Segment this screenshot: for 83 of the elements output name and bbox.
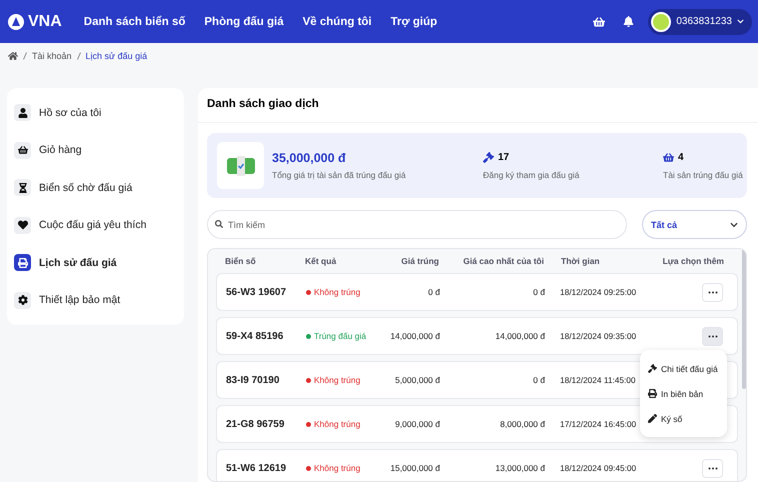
- logo-icon: [7, 12, 25, 30]
- separator-icon: [23, 52, 27, 60]
- table-cell-text: 5,000,000 đ: [394, 375, 440, 385]
- table-cell-text: 0 đ: [532, 287, 545, 297]
- person-icon: [14, 104, 31, 122]
- printer-icon: [648, 389, 657, 398]
- table-cell-text: 18/12/2024 11:45:00: [559, 375, 637, 385]
- search-icon: [215, 220, 223, 228]
- settings-icon: [14, 292, 31, 309]
- registered-label: Đăng ký tham gia đấu giá: [483, 170, 580, 180]
- basket-icon: [14, 142, 31, 159]
- menu-item[interactable]: Chi tiết đấu giá: [648, 356, 719, 381]
- column-header: Kết quả: [305, 256, 338, 266]
- nav-link[interactable]: Danh sách biển số: [84, 16, 186, 28]
- result-status: Trúng đấu giá: [306, 331, 380, 341]
- registered-count: 17: [498, 152, 510, 162]
- sidebar-item[interactable]: Lịch sử đấu giá: [14, 244, 177, 282]
- chevron-icon: [730, 220, 738, 228]
- column-header: Thời gian: [560, 256, 601, 266]
- more-icon: [708, 334, 718, 338]
- table-cell-text: 15,000,000 đ: [389, 463, 440, 473]
- pen-icon: [648, 414, 657, 423]
- table-cell-text: 14,000,000 đ: [494, 331, 545, 341]
- hourglass-icon: [14, 179, 31, 196]
- table-cell-text: 18/12/2024 09:35:00: [559, 331, 638, 341]
- result-status: Không trúng: [306, 419, 380, 429]
- search-field[interactable]: Tìm kiếm: [207, 210, 627, 239]
- sidebar-item[interactable]: Biển số chờ đấu giá: [14, 169, 177, 206]
- table-cell-text: 17/12/2024 16:45:00: [559, 419, 638, 429]
- sidebar-item[interactable]: Thiết lập bảo mật: [14, 282, 177, 319]
- separator-icon: [76, 52, 81, 60]
- result-status: Không trúng: [306, 287, 380, 297]
- won-label: Tài sản trúng đấu giá: [663, 170, 743, 180]
- column-header: Giá trúng: [400, 256, 439, 266]
- plate-number: 83-I9 70190: [226, 374, 280, 386]
- column-header: Giá cao nhất của tôi: [462, 256, 544, 266]
- gavel-icon: [483, 152, 494, 162]
- more-button[interactable]: [702, 282, 723, 302]
- sidebar-item[interactable]: Cuộc đấu giá yêu thích: [14, 206, 177, 244]
- plate-number: 59-X4 85196: [226, 330, 284, 342]
- plate-number: 21-G8 96759: [226, 418, 286, 430]
- table-cell-text: 18/12/2024 09:45:00: [559, 463, 638, 473]
- menu-item[interactable]: Ký số: [648, 406, 719, 431]
- avatar-icon: [651, 12, 672, 32]
- nav-link[interactable]: Về chúng tôi: [302, 16, 372, 28]
- money-icon: [217, 142, 264, 189]
- table-cell-text: 0 đ: [532, 375, 545, 385]
- won-count: 4: [678, 152, 684, 162]
- plate-number: 56-W3 19607: [226, 286, 288, 298]
- more-button[interactable]: [702, 458, 723, 478]
- more-icon: [708, 290, 718, 294]
- table-cell-text: 0 đ: [427, 287, 440, 297]
- column-header: Biển số: [225, 256, 257, 266]
- user-menu[interactable]: 0363831233: [648, 8, 752, 34]
- bell-icon[interactable]: [623, 16, 634, 27]
- sidebar-item[interactable]: Hồ sơ của tôi: [14, 94, 177, 132]
- gavel-icon: [648, 364, 657, 373]
- table-cell-text: 14,000,000 đ: [389, 331, 440, 341]
- table-cell-text: 13,000,000 đ: [494, 463, 545, 473]
- breadcrumb-link[interactable]: Tài khoản: [32, 51, 72, 61]
- logo-text[interactable]: VNA: [28, 12, 62, 30]
- table-cell-text: 8,000,000 đ: [499, 419, 545, 429]
- menu-item[interactable]: In biên bản: [648, 381, 719, 406]
- table-cell-text: 9,000,000 đ: [394, 419, 440, 429]
- basket-icon: [663, 152, 674, 162]
- breadcrumb-link[interactable]: Lịch sử đấu giá: [86, 51, 148, 61]
- table-cell-text: 18/12/2024 09:25:00: [559, 287, 638, 297]
- chevron-icon: [737, 18, 744, 25]
- total-value: 35,000,000 đ: [272, 151, 347, 165]
- basket-icon[interactable]: [593, 16, 606, 28]
- sidebar-item[interactable]: Giỏ hàng: [14, 132, 177, 169]
- filter-dropdown[interactable]: Tất cả: [642, 210, 747, 239]
- result-status: Không trúng: [306, 375, 380, 385]
- nav-link[interactable]: Trợ giúp: [390, 16, 438, 28]
- plate-number: 51-W6 12619: [226, 462, 288, 474]
- panel-title: Danh sách giao dịch: [198, 98, 758, 123]
- total-label: Tổng giá trị tài sản đã trúng đấu giá: [272, 170, 406, 180]
- nav-link[interactable]: Phòng đấu giá: [204, 16, 284, 28]
- more-icon: [708, 466, 718, 470]
- column-header: Lựa chọn thêm: [662, 256, 724, 266]
- result-status: Không trúng: [306, 463, 380, 473]
- more-button[interactable]: [702, 326, 723, 346]
- home-icon[interactable]: [8, 51, 18, 61]
